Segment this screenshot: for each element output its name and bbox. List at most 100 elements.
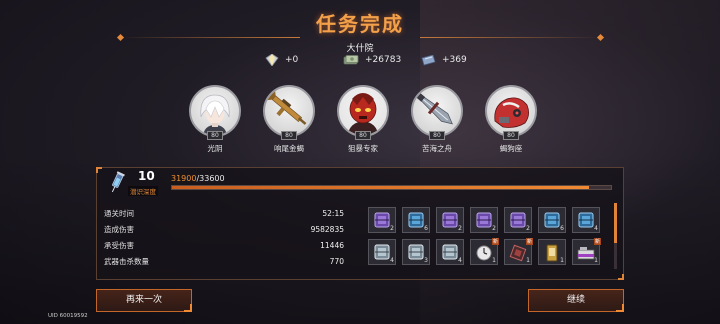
character-level: 80 [207,131,223,140]
currency-rewards: +0 +26783 +369 [265,54,485,66]
squad-portraits: 80 光阴 80 响尾金蝎 80 狙暴专家 80 苦海之舟 80 蝎狗座 [188,85,538,154]
cash-amount: +26783 [365,55,402,65]
blue-cube-icon [544,212,560,228]
new-badge: 新 [593,238,601,245]
character-portrait [411,85,463,137]
continue-button[interactable]: 继续 [528,289,624,312]
reward-item[interactable]: 1新 [572,238,601,265]
battle-stats: 通关时间 52:15 造成伤害 9582835 承受伤害 11446 武器击杀数… [104,205,344,269]
stat-value: 770 [329,256,344,266]
character-name: 苦海之舟 [422,144,452,153]
retry-button[interactable]: 再来一次 [96,289,192,312]
item-count: 1 [594,257,598,264]
character-level: 80 [281,131,297,140]
character-portrait [189,85,241,137]
item-count: 2 [492,225,496,232]
new-badge: 新 [525,238,533,245]
reward-item[interactable]: 4 [436,239,464,265]
item-count: 6 [560,225,564,232]
stat-label: 通关时间 [104,208,134,218]
blue-cube-icon [578,212,594,228]
silver-cube-icon [408,244,424,260]
crystal-icon [265,54,279,66]
reward-item[interactable]: 2 [368,207,396,233]
item-count: 4 [390,257,394,264]
character-name: 蝎狗座 [499,144,523,153]
reward-item[interactable]: 1新 [470,238,499,265]
character-card-kuhai[interactable]: 80 苦海之舟 [410,85,464,154]
silver-cube-icon [442,244,458,260]
character-name: 狙暴专家 [348,144,378,153]
reward-item[interactable]: 2 [436,207,464,233]
user-id: UID 60019592 [48,313,88,319]
red-mask-character-portrait [348,93,378,135]
folder-icon [577,247,595,260]
purple-cube-icon [374,212,390,228]
reward-item[interactable]: 6 [538,207,566,233]
chip-icon [509,244,527,262]
ticket-amount: +369 [442,55,467,65]
items-scrollbar[interactable] [614,203,617,269]
character-level: 80 [429,131,445,140]
experience-max: 33600 [199,174,225,183]
reward-item[interactable]: 3 [402,239,430,265]
red-mech-portrait [494,97,529,128]
character-card-xiegou[interactable]: 80 蝎狗座 [484,85,538,154]
blue-cube-icon [408,212,424,228]
stat-label: 承受伤害 [104,240,134,250]
item-count: 2 [526,225,530,232]
item-count: 1 [526,257,530,264]
crystal-amount: +0 [285,55,299,65]
stat-row-clear-time: 通关时间 52:15 [104,205,344,221]
stat-value: 11446 [320,240,344,250]
currency-ticket: +369 [421,54,485,66]
item-count: 3 [424,257,428,264]
new-badge: 新 [491,238,499,245]
page-title: 任务完成 [316,12,404,36]
experience-current: 31900 [171,174,197,183]
item-count: 2 [458,225,462,232]
reward-item[interactable]: 2 [470,207,498,233]
character-card-xiangwei[interactable]: 80 响尾金蝎 [262,85,316,154]
title-divider-right [420,37,600,38]
reward-item[interactable]: 4 [572,207,600,233]
purple-cube-icon [476,212,492,228]
scrollbar-thumb[interactable] [614,203,617,243]
experience-readout: 31900/33600 [171,174,225,183]
clock-icon [476,245,492,261]
experience-bar [171,185,612,190]
purple-cube-icon [442,212,458,228]
character-name: 光阴 [207,144,223,153]
reward-item[interactable]: 4 [368,239,396,265]
golden-rifle-portrait [266,90,307,125]
reward-item[interactable]: 2 [504,207,532,233]
character-portrait [263,85,315,137]
card-icon [546,244,558,262]
location-name: 大什院 [346,44,374,54]
stat-label: 武器击杀数量 [104,256,149,266]
item-count: 2 [390,225,394,232]
stat-row-damage-taken: 承受伤害 11446 [104,237,344,253]
currency-cash: +26783 [343,54,407,66]
title-divider-left [120,37,300,38]
item-count: 4 [594,225,598,232]
reward-item[interactable]: 6 [402,207,430,233]
purple-cube-icon [510,212,526,228]
reward-item[interactable]: 1新 [504,238,533,265]
item-count: 1 [560,257,564,264]
stat-row-weapon-kills: 武器击杀数量 770 [104,253,344,269]
depth-label: 潜识深度 [128,186,158,196]
stat-label: 造成伤害 [104,224,134,234]
cash-icon [343,54,359,64]
reward-item[interactable]: 1 [538,239,566,265]
character-card-guangyin[interactable]: 80 光阴 [188,85,242,154]
item-count: 1 [492,257,496,264]
depth-value: 10 [138,169,155,183]
character-portrait [337,85,389,137]
panel-corner-bottom-right [618,274,624,280]
character-level: 80 [355,131,371,140]
item-count: 4 [458,257,462,264]
stat-value: 9582835 [310,224,344,234]
character-card-jubao[interactable]: 80 狙暴专家 [336,85,390,154]
stat-value: 52:15 [322,208,344,218]
